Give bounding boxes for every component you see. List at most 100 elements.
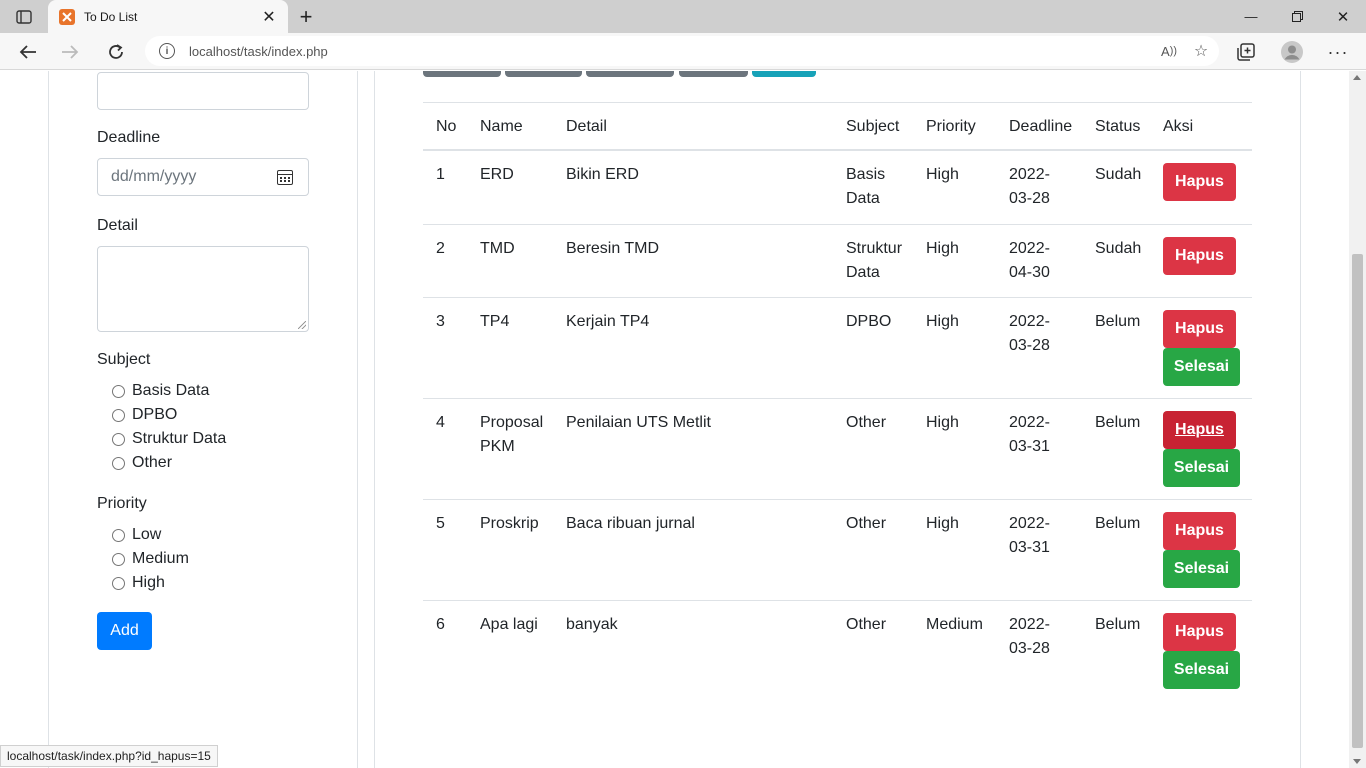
selesai-button[interactable]: Selesai xyxy=(1163,449,1240,487)
scrollbar-thumb[interactable] xyxy=(1352,254,1363,748)
cell-no: 4 xyxy=(436,414,445,431)
cell-detail: Penilaian UTS Metlit xyxy=(566,414,711,431)
cell-detail: Baca ribuan jurnal xyxy=(566,515,695,532)
cell-subject: Struktur Data xyxy=(846,240,903,281)
refresh-icon[interactable] xyxy=(101,37,131,67)
filter-button[interactable] xyxy=(423,71,501,77)
detail-label: Detail xyxy=(97,217,138,234)
calendar-icon[interactable] xyxy=(277,170,293,185)
scroll-down-icon[interactable] xyxy=(1353,759,1361,764)
cell-deadline: 2022-04-30 xyxy=(1009,240,1050,281)
cell-status: Belum xyxy=(1095,313,1141,330)
cell-deadline: 2022-03-28 xyxy=(1009,166,1050,207)
table-row: 5 Proskrip Baca ribuan jurnal Other High… xyxy=(423,499,1252,600)
cell-subject: Other xyxy=(846,616,887,633)
subject-option[interactable]: Basis Data xyxy=(112,382,209,400)
priority-label: Priority xyxy=(97,495,147,512)
header-no: No xyxy=(436,118,457,135)
filter-button[interactable] xyxy=(679,71,748,77)
cell-priority: High xyxy=(926,313,959,330)
cell-priority: High xyxy=(926,166,959,183)
table-row: 3 TP4 Kerjain TP4 DPBO High 2022-03-28 B… xyxy=(423,297,1252,398)
priority-option[interactable]: Low xyxy=(112,526,161,544)
site-info-icon[interactable]: i xyxy=(159,43,175,59)
header-subject: Subject xyxy=(846,118,900,135)
selesai-button[interactable]: Selesai xyxy=(1163,550,1240,588)
hapus-button[interactable]: Hapus xyxy=(1163,237,1236,275)
radio-icon[interactable] xyxy=(112,384,125,398)
hapus-button[interactable]: Hapus xyxy=(1163,163,1236,201)
cell-priority: High xyxy=(926,515,959,532)
header-status: Status xyxy=(1095,118,1141,135)
priority-option[interactable]: Medium xyxy=(112,550,189,568)
link-status-bar: localhost/task/index.php?id_hapus=15 xyxy=(0,745,218,767)
subject-option[interactable]: Other xyxy=(112,454,172,472)
collections-icon[interactable] xyxy=(1231,37,1261,67)
restore-icon[interactable] xyxy=(1274,0,1320,33)
tab-actions-icon[interactable] xyxy=(10,7,38,27)
cell-subject: Other xyxy=(846,414,887,431)
cell-priority: High xyxy=(926,240,959,257)
minimize-icon[interactable]: — xyxy=(1228,0,1274,33)
browser-toolbar: i localhost/task/index.php A)) ☆ ··· xyxy=(0,33,1366,70)
table-row: 4 Proposal PKM Penilaian UTS Metlit Othe… xyxy=(423,398,1252,499)
priority-option[interactable]: High xyxy=(112,574,165,592)
cell-aksi: Hapus Selesai xyxy=(1163,512,1240,588)
cell-priority: Medium xyxy=(926,616,983,633)
filter-button[interactable] xyxy=(505,71,582,77)
cell-name: Proposal PKM xyxy=(480,414,544,455)
table-row: 6 Apa lagi banyak Other Medium 2022-03-2… xyxy=(423,600,1252,701)
filter-button[interactable] xyxy=(586,71,674,77)
tab-title: To Do List xyxy=(84,9,138,24)
more-menu-icon[interactable]: ··· xyxy=(1323,37,1353,67)
read-aloud-icon[interactable]: A)) xyxy=(1155,37,1183,65)
hapus-button[interactable]: Hapus xyxy=(1163,512,1236,550)
header-priority: Priority xyxy=(926,118,976,135)
address-bar[interactable]: i localhost/task/index.php A)) ☆ xyxy=(145,36,1219,66)
cell-no: 1 xyxy=(436,166,445,183)
forward-icon[interactable] xyxy=(55,37,85,67)
favorite-star-icon[interactable]: ☆ xyxy=(1187,37,1215,65)
radio-icon[interactable] xyxy=(112,528,125,542)
radio-icon[interactable] xyxy=(112,432,125,446)
radio-icon[interactable] xyxy=(112,456,125,470)
browser-tab[interactable]: To Do List ✕ xyxy=(48,0,288,33)
radio-icon[interactable] xyxy=(112,408,125,422)
cell-no: 6 xyxy=(436,616,445,633)
filter-button[interactable] xyxy=(752,71,816,77)
selesai-button[interactable]: Selesai xyxy=(1163,651,1240,689)
subject-option[interactable]: Struktur Data xyxy=(112,430,226,448)
cell-name: ERD xyxy=(480,166,514,183)
cell-detail: Bikin ERD xyxy=(566,166,639,183)
url-text: localhost/task/index.php xyxy=(189,43,328,59)
cell-aksi: Hapus Selesai xyxy=(1163,411,1240,487)
new-tab-icon[interactable]: + xyxy=(293,4,319,30)
tab-close-icon[interactable]: ✕ xyxy=(258,6,280,28)
scroll-up-icon[interactable] xyxy=(1353,75,1361,80)
table-row: 2 TMD Beresin TMD Struktur Data High 202… xyxy=(423,224,1252,297)
cell-deadline: 2022-03-28 xyxy=(1009,616,1050,657)
table-row: 1 ERD Bikin ERD Basis Data High 2022-03-… xyxy=(423,151,1252,224)
radio-icon[interactable] xyxy=(112,552,125,566)
cell-deadline: 2022-03-31 xyxy=(1009,414,1050,455)
hapus-button[interactable]: Hapus xyxy=(1163,310,1236,348)
profile-avatar-icon[interactable] xyxy=(1277,37,1307,67)
add-button[interactable]: Add xyxy=(97,612,152,650)
cell-status: Belum xyxy=(1095,515,1141,532)
back-icon[interactable] xyxy=(13,37,43,67)
close-window-icon[interactable]: ✕ xyxy=(1320,0,1366,33)
cell-status: Sudah xyxy=(1095,166,1142,183)
page-scrollbar[interactable] xyxy=(1349,71,1366,768)
cell-deadline: 2022-03-31 xyxy=(1009,515,1050,556)
cell-status: Belum xyxy=(1095,414,1141,431)
resize-grip-icon[interactable] xyxy=(298,321,306,329)
detail-textarea[interactable] xyxy=(97,246,309,332)
subject-option[interactable]: DPBO xyxy=(112,406,177,424)
hapus-button[interactable]: Hapus xyxy=(1163,613,1236,651)
deadline-input[interactable]: dd/mm/yyyy xyxy=(97,158,309,196)
cell-status: Belum xyxy=(1095,616,1141,633)
name-input[interactable] xyxy=(97,72,309,110)
hapus-button[interactable]: Hapus xyxy=(1163,411,1236,449)
selesai-button[interactable]: Selesai xyxy=(1163,348,1240,386)
radio-icon[interactable] xyxy=(112,576,125,590)
